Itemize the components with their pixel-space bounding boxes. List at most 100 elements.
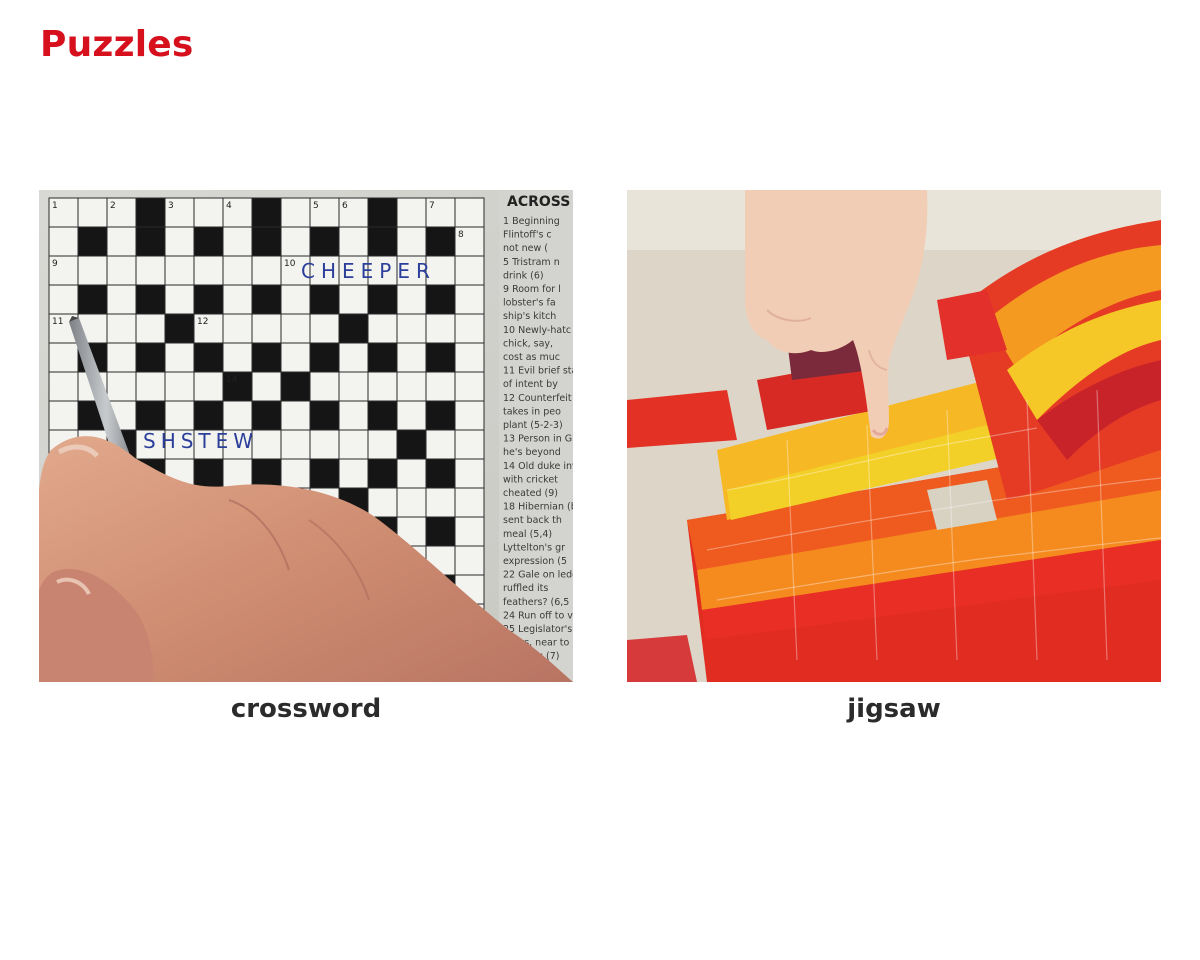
grid-cell bbox=[135, 284, 166, 315]
grid-cell bbox=[396, 197, 427, 228]
clue-line: expression (5 bbox=[503, 556, 567, 567]
grid-cell bbox=[454, 458, 485, 489]
grid-word-cheeper: CHEEPER bbox=[301, 259, 436, 283]
clue-line: Flintoff's c bbox=[503, 230, 552, 241]
clue-line: not new ( bbox=[503, 243, 548, 254]
clue-line: lobster's fa bbox=[503, 298, 556, 309]
grid-cell bbox=[164, 313, 195, 344]
grid-cell bbox=[338, 342, 369, 373]
grid-cell bbox=[77, 255, 108, 286]
page-title: Puzzles bbox=[40, 24, 194, 65]
puzzle-card-crossword[interactable]: 1 2 3 4 5 6 7 8 9 10 11 12 14 CHEEPER SHSTEW ACROSS … bbox=[39, 190, 573, 724]
grid-cell bbox=[164, 342, 195, 373]
grid-cell bbox=[251, 371, 282, 402]
grid-cell bbox=[164, 400, 195, 431]
puzzle-card-jigsaw[interactable]: jigsaw bbox=[627, 190, 1161, 724]
jigsaw-illustration bbox=[627, 190, 1161, 682]
grid-cell bbox=[454, 545, 485, 576]
grid-cell bbox=[135, 371, 166, 402]
grid-cell bbox=[164, 371, 195, 402]
grid-cell bbox=[454, 313, 485, 344]
grid-cell bbox=[280, 313, 311, 344]
grid-cell bbox=[454, 255, 485, 286]
grid-cell bbox=[425, 313, 456, 344]
grid-cell bbox=[135, 226, 166, 257]
grid-cell bbox=[222, 400, 253, 431]
grid-cell bbox=[396, 226, 427, 257]
grid-cell bbox=[280, 458, 311, 489]
grid-cell bbox=[48, 371, 79, 402]
grid-cell bbox=[454, 284, 485, 315]
grid-cell bbox=[135, 255, 166, 286]
grid-cell bbox=[367, 313, 398, 344]
grid-number: 6 bbox=[342, 201, 348, 211]
grid-cell bbox=[425, 458, 456, 489]
clue-line: 22 Gale on ledg bbox=[503, 570, 573, 581]
grid-cell bbox=[222, 284, 253, 315]
grid-cell bbox=[106, 342, 137, 373]
grid-cell bbox=[338, 458, 369, 489]
grid-cell bbox=[280, 371, 311, 402]
grid-cell bbox=[396, 313, 427, 344]
clue-line: 14 Old duke inv bbox=[503, 461, 573, 472]
grid-cell bbox=[396, 429, 427, 460]
grid-cell bbox=[396, 284, 427, 315]
grid-cell bbox=[48, 400, 79, 431]
grid-cell bbox=[251, 226, 282, 257]
grid-cell bbox=[396, 342, 427, 373]
grid-cell bbox=[193, 342, 224, 373]
grid-cell bbox=[193, 255, 224, 286]
grid-number: 11 bbox=[52, 317, 63, 327]
grid-cell bbox=[164, 284, 195, 315]
grid-number: 5 bbox=[313, 201, 319, 211]
grid-cell bbox=[309, 284, 340, 315]
grid-number: 12 bbox=[197, 317, 208, 327]
clue-line: 1 Beginning bbox=[503, 216, 560, 227]
grid-cell bbox=[193, 400, 224, 431]
grid-cell bbox=[106, 371, 137, 402]
grid-cell bbox=[222, 226, 253, 257]
grid-number: 3 bbox=[168, 201, 174, 211]
grid-cell bbox=[367, 400, 398, 431]
grid-cell bbox=[135, 400, 166, 431]
grid-cell bbox=[309, 342, 340, 373]
clue-line: 18 Hibernian (b bbox=[503, 502, 573, 513]
grid-cell bbox=[454, 400, 485, 431]
clue-line: he's beyond bbox=[503, 447, 561, 458]
grid-cell bbox=[193, 197, 224, 228]
grid-cell bbox=[367, 458, 398, 489]
grid-cell bbox=[77, 284, 108, 315]
crossword-caption: crossword bbox=[230, 694, 382, 724]
grid-number: 1 bbox=[52, 201, 58, 211]
grid-cell bbox=[367, 487, 398, 518]
grid-cell bbox=[425, 429, 456, 460]
grid-cell bbox=[338, 400, 369, 431]
grid-cell bbox=[77, 197, 108, 228]
grid-number: 9 bbox=[52, 259, 58, 269]
grid-cell bbox=[425, 516, 456, 547]
grid-cell bbox=[454, 429, 485, 460]
grid-cell bbox=[193, 458, 224, 489]
grid-cell bbox=[222, 342, 253, 373]
grid-cell bbox=[454, 487, 485, 518]
clue-line: ship's kitch bbox=[503, 311, 556, 322]
clue-line: Lyttelton's gr bbox=[503, 542, 565, 553]
grid-cell bbox=[396, 458, 427, 489]
grid-cell bbox=[193, 284, 224, 315]
grid-cell bbox=[48, 342, 79, 373]
grid-cell bbox=[396, 487, 427, 518]
grid-number: 10 bbox=[284, 259, 296, 269]
grid-cell bbox=[164, 226, 195, 257]
clue-line: with cricket bbox=[503, 474, 558, 485]
grid-cell bbox=[106, 226, 137, 257]
clue-line: 11 Evil brief sta bbox=[503, 366, 573, 377]
clues-heading: ACROSS bbox=[507, 194, 570, 210]
clue-line: chick, say, bbox=[503, 338, 553, 349]
grid-cell bbox=[309, 429, 340, 460]
grid-cell bbox=[425, 400, 456, 431]
grid-cell bbox=[396, 371, 427, 402]
grid-cell bbox=[280, 226, 311, 257]
grid-cell bbox=[309, 371, 340, 402]
clue-line: 13 Person in Gr bbox=[503, 434, 573, 445]
grid-cell bbox=[425, 284, 456, 315]
